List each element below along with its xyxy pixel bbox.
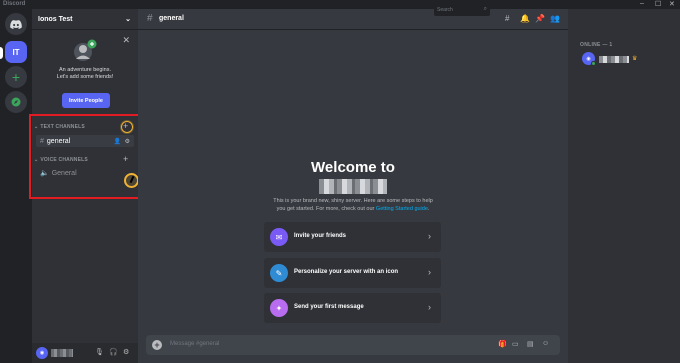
chevron-right-icon: › bbox=[428, 267, 431, 277]
search-placeholder: Search bbox=[437, 7, 453, 13]
close-icon[interactable]: ✕ bbox=[122, 35, 130, 46]
welcome-sub-line-2: you get started. For more, check out our… bbox=[138, 206, 568, 214]
minimize-button[interactable]: – bbox=[640, 0, 644, 7]
channel-title: general bbox=[159, 15, 184, 22]
welcome-title: Welcome to bbox=[311, 159, 395, 176]
bell-icon[interactable]: 🔔 bbox=[520, 14, 530, 23]
invite-text: An adventure begins. Let's add some frie… bbox=[32, 67, 138, 82]
action-label: Send your first message bbox=[294, 304, 364, 310]
member-name-pixelated[interactable] bbox=[599, 56, 629, 63]
message-input[interactable]: Message #general bbox=[170, 341, 219, 347]
action-label: Personalize your server with an icon bbox=[294, 269, 399, 275]
invite-friends-icon: ✉ bbox=[270, 228, 288, 246]
member-list: ONLINE — 1 ◉ ♛ bbox=[568, 9, 680, 363]
title-bar: Discord – ☐ ✕ bbox=[0, 0, 680, 9]
welcome-subtitle: This is your brand new, shiny server. He… bbox=[138, 198, 568, 213]
headphones-icon[interactable]: 🎧 bbox=[109, 348, 118, 356]
highlight-ring bbox=[121, 121, 133, 133]
getting-started-link[interactable]: Getting Started guide bbox=[376, 206, 428, 212]
discord-home-icon[interactable] bbox=[5, 13, 27, 35]
online-heading: ONLINE — 1 bbox=[580, 42, 613, 48]
server-header[interactable]: Ionos Test ⌄ bbox=[32, 9, 138, 30]
microphone-icon[interactable]: 🎙 bbox=[95, 348, 104, 356]
emoji-icon[interactable]: ☺ bbox=[542, 340, 549, 347]
hash-icon: # bbox=[147, 13, 153, 24]
chevron-down-icon[interactable]: ⌄ bbox=[125, 15, 131, 23]
chevron-right-icon: › bbox=[428, 302, 431, 312]
chevron-right-icon: › bbox=[428, 231, 431, 241]
search-icon: ⌕ bbox=[483, 6, 487, 12]
cursor-highlight bbox=[124, 173, 139, 188]
invite-line-1: An adventure begins. bbox=[59, 67, 111, 73]
app-name: Discord bbox=[3, 1, 26, 7]
chat-area: # general # 🔔 📌 👥 Welcome to This is you… bbox=[138, 9, 568, 363]
server-name: Ionos Test bbox=[38, 16, 73, 23]
channel-header: # general # 🔔 📌 👥 bbox=[138, 9, 568, 30]
close-button[interactable]: ✕ bbox=[669, 0, 675, 8]
threads-icon[interactable]: # bbox=[505, 14, 509, 23]
send-first-message-action[interactable]: ✦ Send your first message › bbox=[264, 293, 441, 323]
avatar[interactable]: ◉ bbox=[582, 52, 596, 66]
add-server-icon[interactable]: + bbox=[5, 66, 27, 88]
server-list: IT + bbox=[0, 9, 32, 363]
welcome-sub-line-1: This is your brand new, shiny server. He… bbox=[273, 198, 433, 204]
gear-icon[interactable]: ⚙ bbox=[123, 348, 129, 356]
server-icon-ionos-test[interactable]: IT bbox=[5, 41, 27, 63]
gift-icon[interactable]: 🎁 bbox=[498, 340, 507, 348]
welcome-sub-suffix: . bbox=[427, 205, 430, 212]
pin-icon[interactable]: 📌 bbox=[535, 14, 545, 23]
member-list-icon[interactable]: 👥 bbox=[550, 14, 560, 23]
maximize-button[interactable]: ☐ bbox=[655, 0, 661, 8]
welcome-sub-prefix: you get started. For more, check out our bbox=[276, 205, 376, 212]
invite-people-button[interactable]: Invite People bbox=[62, 93, 110, 108]
online-status-dot bbox=[591, 61, 596, 66]
explore-compass-icon[interactable] bbox=[5, 91, 27, 113]
avatar[interactable]: ◉ bbox=[36, 347, 48, 359]
personalize-server-action[interactable]: ✎ Personalize your server with an icon › bbox=[264, 258, 441, 288]
message-composer[interactable]: + Message #general 🎁 ▭ ▤ ☺ bbox=[146, 335, 560, 355]
crown-icon: ♛ bbox=[632, 56, 638, 62]
search-input[interactable]: Search ⌕ bbox=[434, 5, 490, 16]
paintbrush-icon: ✎ bbox=[270, 264, 288, 282]
selected-server-pill bbox=[0, 47, 3, 59]
action-label: Invite your friends bbox=[294, 233, 347, 239]
message-bubble-icon: ✦ bbox=[270, 299, 288, 317]
invite-card: ✕ An adventure begins. Let's add some fr… bbox=[32, 31, 138, 119]
sticker-icon[interactable]: ▤ bbox=[527, 340, 534, 348]
gif-icon[interactable]: ▭ bbox=[512, 340, 519, 348]
adventure-illustration-icon bbox=[72, 38, 98, 64]
upload-plus-icon[interactable]: + bbox=[152, 340, 162, 350]
invite-friends-action[interactable]: ✉ Invite your friends › bbox=[264, 222, 441, 252]
user-panel: ◉ 🎙 🎧 ⚙ bbox=[32, 343, 138, 363]
server-name-pixelated bbox=[319, 179, 387, 194]
username-pixelated bbox=[51, 349, 73, 357]
invite-line-2: Let's add some friends! bbox=[56, 74, 114, 81]
